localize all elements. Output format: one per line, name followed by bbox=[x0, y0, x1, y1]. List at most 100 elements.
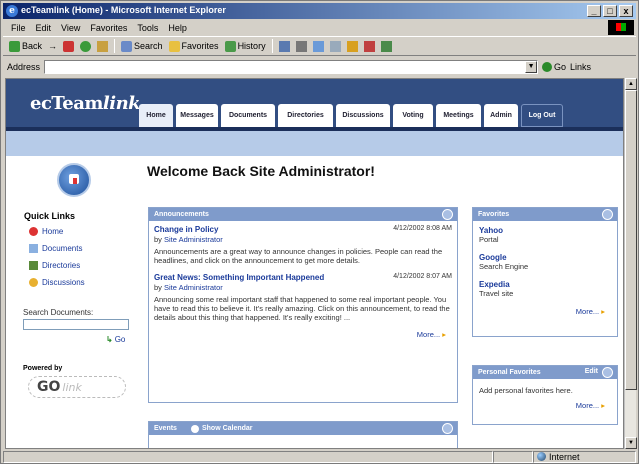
address-input[interactable]: ▼ bbox=[44, 60, 539, 74]
status-progress bbox=[493, 450, 533, 463]
favorite-link[interactable]: Yahoo bbox=[479, 226, 611, 235]
collapse-icon[interactable] bbox=[442, 423, 453, 434]
announcement-title[interactable]: Great News: Something Important Happened bbox=[154, 273, 354, 283]
forward-button[interactable]: → bbox=[48, 41, 57, 51]
tab-discussions[interactable]: Discussions bbox=[336, 104, 390, 127]
announcement-text: Announcing some real important staff tha… bbox=[154, 295, 450, 322]
author-link[interactable]: Site Administrator bbox=[164, 235, 223, 244]
history-icon bbox=[224, 40, 236, 52]
address-label: Address bbox=[7, 62, 41, 72]
tab-directories[interactable]: Directories bbox=[278, 104, 333, 127]
menu-tools[interactable]: Tools bbox=[137, 23, 158, 33]
links-button[interactable]: Links bbox=[570, 62, 591, 72]
separator bbox=[114, 39, 116, 53]
maximize-button[interactable]: □ bbox=[603, 5, 617, 17]
author-link[interactable]: Site Administrator bbox=[164, 283, 223, 292]
site-header: ecTeamlink Home Messages Documents Direc… bbox=[6, 79, 623, 127]
favorite-link[interactable]: Google bbox=[479, 253, 611, 262]
announcement-title[interactable]: Change in Policy bbox=[154, 225, 354, 235]
go-arrow-icon bbox=[542, 62, 553, 72]
quick-link-home[interactable]: Home bbox=[29, 223, 85, 240]
minimize-button[interactable]: _ bbox=[587, 5, 601, 17]
favorites-header: Favorites bbox=[473, 208, 617, 221]
browser-window: e ecTeamlink (Home) - Microsoft Internet… bbox=[0, 0, 639, 464]
messenger-icon[interactable] bbox=[346, 40, 358, 52]
quick-link-documents[interactable]: Documents bbox=[29, 240, 85, 257]
favorite-desc: Search Engine bbox=[479, 262, 529, 271]
scroll-up-icon[interactable]: ▲ bbox=[625, 78, 637, 90]
announcement-text: Announcements are a great way to announc… bbox=[154, 247, 443, 265]
document-icon bbox=[29, 244, 38, 253]
scroll-thumb[interactable] bbox=[625, 90, 637, 390]
tab-documents[interactable]: Documents bbox=[221, 104, 275, 127]
print-icon[interactable] bbox=[295, 40, 307, 52]
favorites-more-link[interactable]: More... bbox=[479, 307, 611, 316]
address-bar: Address ▼ Go Links bbox=[3, 58, 636, 76]
menu-edit[interactable]: Edit bbox=[36, 23, 52, 33]
search-documents-input[interactable] bbox=[23, 319, 129, 330]
collapse-icon[interactable] bbox=[602, 367, 613, 378]
separator bbox=[271, 39, 273, 53]
collapse-icon[interactable] bbox=[602, 209, 613, 220]
tab-log-out[interactable]: Log Out bbox=[521, 104, 563, 127]
calendar-icon bbox=[190, 424, 199, 433]
search-go-button[interactable]: ↳ Go bbox=[106, 335, 125, 344]
header-band bbox=[6, 131, 623, 156]
chevron-down-icon[interactable]: ▼ bbox=[525, 61, 538, 73]
edit-icon[interactable] bbox=[312, 40, 324, 52]
scroll-down-icon[interactable]: ▼ bbox=[625, 437, 637, 449]
announcement-item: Change in Policy 4/12/2002 8:08 AM by Si… bbox=[154, 225, 452, 265]
quick-links-list: Home Documents Directories Discussions bbox=[29, 223, 85, 291]
favorites-icon bbox=[168, 40, 180, 52]
vertical-scrollbar[interactable]: ▲ ▼ bbox=[624, 78, 637, 449]
back-button[interactable]: Back bbox=[9, 40, 42, 52]
tab-messages[interactable]: Messages bbox=[176, 104, 218, 127]
tab-home[interactable]: Home bbox=[139, 104, 173, 127]
menu-file[interactable]: File bbox=[11, 23, 26, 33]
favorites-button[interactable]: Favorites bbox=[168, 40, 219, 52]
menu-view[interactable]: View bbox=[61, 23, 80, 33]
refresh-icon[interactable] bbox=[80, 40, 92, 52]
events-header: Events Show Calendar bbox=[149, 422, 457, 435]
close-button[interactable]: x bbox=[619, 5, 633, 17]
show-calendar-link[interactable]: Show Calendar bbox=[190, 424, 253, 433]
menu-bar: File Edit View Favorites Tools Help bbox=[3, 20, 636, 35]
favorite-desc: Travel site bbox=[479, 289, 514, 298]
favorite-item: Google Search Engine bbox=[479, 253, 611, 271]
favorite-link[interactable]: Expedia bbox=[479, 280, 611, 289]
menu-favorites[interactable]: Favorites bbox=[90, 23, 127, 33]
stop-icon[interactable] bbox=[63, 40, 75, 52]
tab-admin[interactable]: Admin bbox=[484, 104, 518, 127]
quick-link-directories[interactable]: Directories bbox=[29, 257, 85, 274]
announcement-date: 4/12/2002 8:08 AM bbox=[393, 225, 452, 232]
search-icon bbox=[121, 40, 133, 52]
collapse-icon[interactable] bbox=[442, 209, 453, 220]
mail-icon[interactable] bbox=[278, 40, 290, 52]
user-icon[interactable] bbox=[380, 40, 392, 52]
personal-favorites-text: Add personal favorites here. bbox=[479, 386, 573, 395]
security-zone: Internet bbox=[533, 450, 636, 463]
home-badge-icon bbox=[57, 163, 91, 197]
go-button[interactable]: Go bbox=[542, 62, 566, 72]
personal-favorites-header: Personal Favorites Edit bbox=[473, 366, 617, 379]
discussion-icon bbox=[29, 278, 38, 287]
announcements-panel: Announcements Change in Policy 4/12/2002… bbox=[148, 207, 458, 403]
go-arrow-icon: ↳ bbox=[106, 335, 113, 344]
announcement-byline: by Site Administrator bbox=[154, 235, 223, 244]
search-button[interactable]: Search bbox=[121, 40, 163, 52]
personal-favorites-more-link[interactable]: More... bbox=[479, 401, 611, 410]
favorite-item: Expedia Travel site bbox=[479, 280, 611, 298]
events-panel: Events Show Calendar bbox=[148, 421, 458, 448]
home-icon[interactable] bbox=[97, 40, 109, 52]
menu-help[interactable]: Help bbox=[168, 23, 187, 33]
discuss-icon[interactable] bbox=[329, 40, 341, 52]
history-button[interactable]: History bbox=[224, 40, 266, 52]
tab-voting[interactable]: Voting bbox=[393, 104, 433, 127]
edit-link[interactable]: Edit bbox=[585, 368, 598, 375]
quick-link-discussions[interactable]: Discussions bbox=[29, 274, 85, 291]
quick-links-title: Quick Links bbox=[24, 211, 76, 221]
tab-meetings[interactable]: Meetings bbox=[436, 104, 481, 127]
windows-flag-icon bbox=[608, 20, 634, 35]
announcements-more-link[interactable]: More... bbox=[154, 330, 452, 339]
research-icon[interactable] bbox=[363, 40, 375, 52]
